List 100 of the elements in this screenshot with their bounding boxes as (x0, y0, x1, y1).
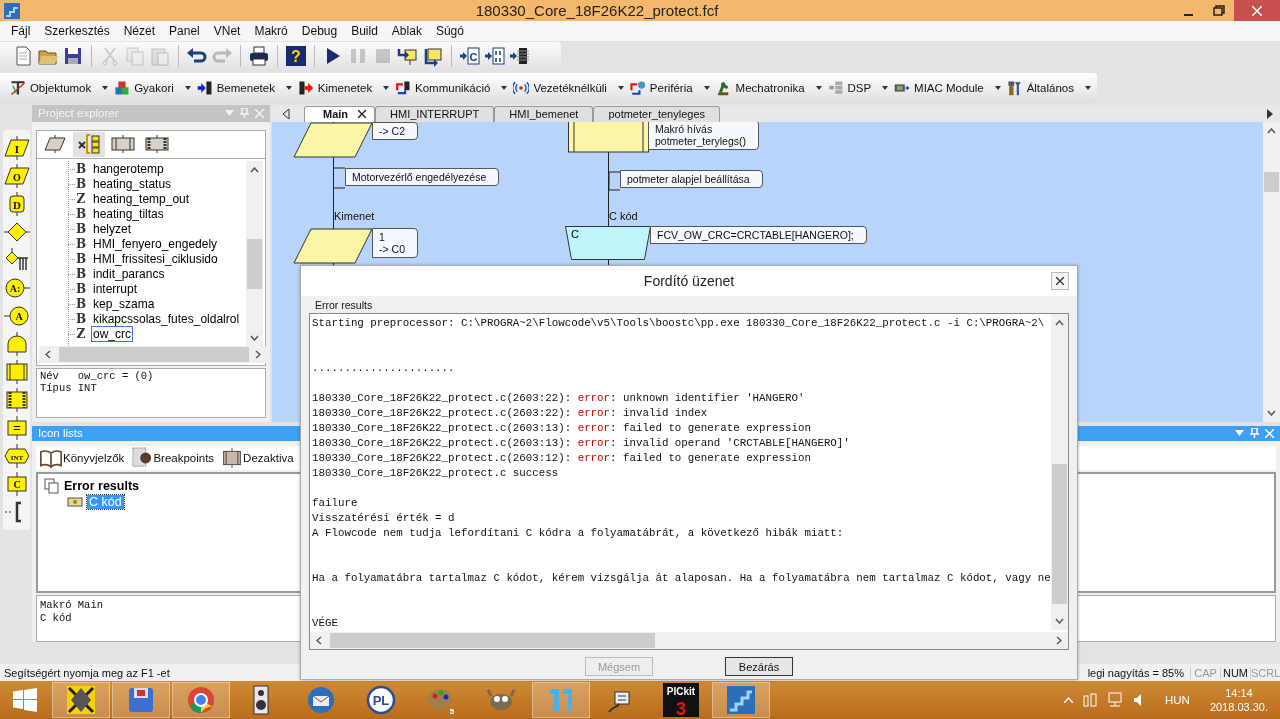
scroll-up-icon[interactable] (1267, 127, 1276, 134)
document-tab[interactable]: Main (304, 105, 376, 122)
scroll-thumb[interactable] (1052, 464, 1067, 604)
scroll-thumb[interactable] (247, 238, 262, 289)
menu-item[interactable]: Debug (294, 23, 345, 38)
tab-scroll-left-icon[interactable] (282, 108, 290, 119)
scrollbar[interactable] (310, 632, 1068, 649)
close-icon[interactable] (358, 110, 367, 119)
toolbar-dropdown[interactable]: Mechatronika (731, 81, 828, 94)
printer-icon[interactable] (248, 45, 270, 68)
dialog-button[interactable]: Bezárás (725, 657, 793, 676)
network-icon[interactable] (1106, 692, 1123, 709)
dropdown-icon[interactable] (1235, 430, 1244, 437)
breakpoint-icon (132, 447, 153, 470)
panel-tab[interactable]: Dezaktiva (243, 452, 294, 465)
scroll-up-icon[interactable] (1055, 320, 1064, 326)
variable-item[interactable]: helyzet (91, 221, 134, 238)
variable-item[interactable]: heating_status (91, 176, 174, 193)
tab-scroll-right-icon[interactable] (1266, 108, 1274, 119)
pages-icon (44, 478, 60, 495)
toolbar-dropdown[interactable]: MIAC Module (910, 81, 1007, 94)
status-text: Segítségért nyomja meg az F1 -et (4, 666, 170, 679)
tree-item[interactable]: Error results (64, 479, 140, 494)
clock[interactable]: 14:14 2018.03.30. (1209, 686, 1268, 715)
panel-tab[interactable]: Breakpoints (153, 452, 215, 465)
toolbar-dropdown[interactable]: Periféria (645, 81, 716, 94)
menu-item[interactable]: Build (344, 23, 385, 38)
menu-item[interactable]: Panel (162, 23, 207, 38)
pickit-logo-icon: PICkit 3 (663, 683, 699, 718)
close-icon (1252, 5, 1262, 16)
component-macro-icon[interactable] (3, 387, 30, 412)
help-icon[interactable]: ? (285, 45, 307, 68)
macro-tab-icon[interactable] (110, 135, 136, 154)
taskbar-button[interactable] (52, 682, 110, 719)
panel-tab[interactable]: Könyvjelzők (63, 452, 125, 465)
type-icon: B (75, 252, 87, 267)
toolbar-dropdown[interactable]: Bemenetek (212, 81, 298, 94)
menu-item[interactable]: VNet (206, 23, 248, 38)
macro-node[interactable] (568, 121, 649, 153)
scroll-down-icon[interactable] (1267, 409, 1276, 416)
scroll-thumb[interactable] (1264, 171, 1279, 192)
variable-item[interactable]: HMI_frissitesi_ciklusido (91, 251, 220, 268)
scroll-thumb[interactable] (330, 633, 655, 648)
scroll-down-icon[interactable] (250, 334, 259, 341)
start-icon[interactable] (13, 688, 37, 713)
variable-item[interactable]: ow_crc (91, 326, 133, 343)
variable-item[interactable]: kikapcssolas_futes_oldalrol (91, 311, 242, 328)
document-tab[interactable]: potmeter_tenyleges (593, 105, 720, 122)
step-over-icon[interactable] (422, 45, 444, 68)
variable-item[interactable]: interrupt (91, 281, 140, 298)
taskbar-button[interactable]: PICkit 3 (652, 682, 710, 719)
toolbar-dropdown[interactable]: DSP (843, 81, 895, 94)
panel-title: Icon lists (38, 427, 83, 440)
toolbar-dropdown[interactable]: Általános (1022, 81, 1097, 94)
output-line: Ha a folyamatábra tartalmaz C kódot, kérem vizsgálja át alaposan. Ha a folyamatábra nem tartalmaz C kódot, vagy ne (312, 571, 1051, 586)
toolbar-dropdown[interactable]: Kimenetek (313, 81, 396, 94)
scroll-right-icon[interactable] (1056, 636, 1062, 645)
menu-item[interactable]: Súgó (428, 23, 471, 38)
scroll-down-icon[interactable] (1055, 618, 1064, 624)
power-icon[interactable] (1082, 692, 1097, 709)
variable-item[interactable]: indit_parancs (91, 266, 167, 283)
close-button[interactable] (1051, 272, 1069, 290)
macro-node-icon[interactable] (3, 359, 30, 384)
variable-item[interactable]: kep_szama (91, 296, 157, 313)
variable-item[interactable]: HMI_fenyero_engedely (91, 236, 220, 253)
variable-item[interactable]: hangerotemp (91, 161, 166, 178)
menu-item[interactable]: Fájl (4, 23, 38, 38)
scrollbar[interactable] (246, 160, 263, 346)
show-hidden-icon[interactable] (1063, 697, 1073, 704)
menu-item[interactable]: Szerkesztés (37, 23, 117, 38)
variable-item[interactable]: heating_temp_out (91, 191, 192, 208)
scroll-up-icon[interactable] (250, 166, 259, 173)
type-icon: B (75, 282, 87, 297)
c-code-node[interactable]: C (565, 225, 651, 260)
app-icon (4, 2, 20, 19)
scroll-left-icon[interactable] (316, 636, 322, 645)
error-line: 180330_Core_18F26K22_protect.c(2603:22): error: unknown identifier 'HANGERO' (312, 391, 806, 406)
error-line: 180330_Core_18F26K22_protect.c(2603:13): error: invalid operand 'CRCTABLE[HANGERO]' (312, 436, 851, 451)
switch-node-icon[interactable] (3, 247, 30, 272)
toolbar-dropdown[interactable]: Objektumok (25, 81, 115, 94)
scrollbar[interactable] (1051, 314, 1068, 630)
menu-item[interactable]: Makró (247, 23, 295, 38)
document-tab[interactable]: HMI_bemenet (494, 105, 594, 122)
menu-item[interactable]: Nézet (116, 23, 163, 38)
variable-item[interactable]: heating_tiltas (91, 206, 166, 223)
document-tab[interactable]: HMI_INTERRUPT (375, 105, 495, 122)
compile-hex-icon[interactable] (484, 45, 506, 68)
flow-icon-tab[interactable] (44, 135, 66, 154)
component-macro-tab-icon[interactable] (144, 135, 170, 154)
scrollbar[interactable] (39, 345, 267, 363)
taskbar-button[interactable]: PL (352, 682, 410, 719)
menu-item[interactable]: Ablak (384, 23, 429, 38)
variables-tab[interactable] (73, 131, 105, 157)
toolbar-dropdown[interactable]: Kommunikáció (411, 81, 514, 94)
taskbar-button[interactable]: 5 (412, 682, 470, 719)
toolbar-dropdown[interactable]: Gyakori (130, 81, 197, 94)
scroll-left-icon[interactable] (45, 349, 51, 359)
scroll-right-icon[interactable] (255, 349, 261, 359)
toolbar-dropdown[interactable]: Vezetéknélküli (529, 81, 630, 94)
scroll-thumb[interactable] (59, 346, 249, 362)
